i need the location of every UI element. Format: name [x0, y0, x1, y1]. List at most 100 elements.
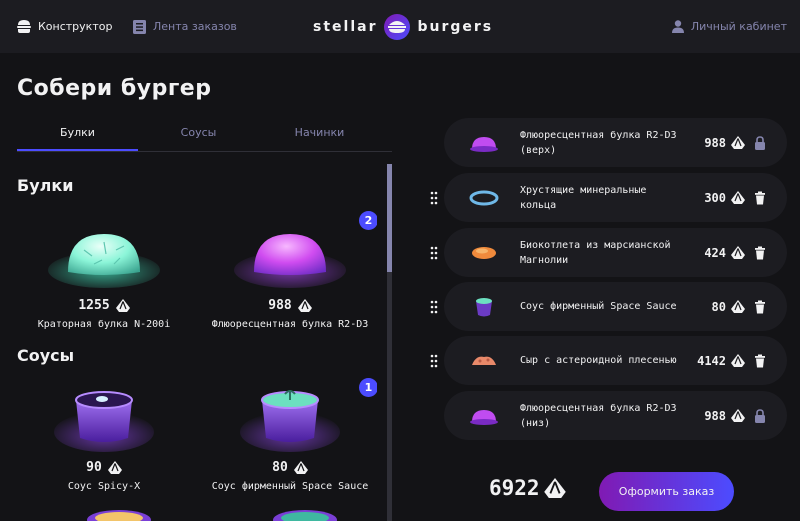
constructor-item-name: Флюоресцентная булка R2-D3 (верх)	[520, 129, 677, 156]
currency-icon	[731, 191, 745, 204]
constructor-item-bottom-bun: Флюоресцентная булка R2-D3 (низ) 988	[444, 391, 787, 440]
nav-constructor[interactable]: Конструктор	[17, 0, 112, 53]
ingredient-name: Соус фирменный Space Sauce	[211, 481, 369, 492]
currency-icon	[115, 299, 130, 312]
price-row: 80	[205, 460, 375, 475]
ingredient-price: 1255	[78, 298, 110, 313]
ingredient-name: Краторная булка N-200i	[37, 319, 171, 330]
constructor-item-price: 300	[704, 190, 726, 205]
tab-sauces[interactable]: Соусы	[138, 118, 259, 151]
app-header: Конструктор Лента заказов stellar burger…	[0, 0, 800, 53]
ingredient-thumbnail	[470, 136, 498, 152]
constructor-item-price: 4142	[697, 353, 726, 368]
ingredient-price: 988	[268, 298, 292, 313]
ingredient-counter: 2	[359, 211, 377, 230]
constructor-item-name: Хрустящие минеральные кольца	[520, 184, 647, 211]
nav-order-feed[interactable]: Лента заказов	[133, 0, 237, 53]
tab-fillings[interactable]: Начинки	[259, 118, 380, 151]
ingredient-card-partial[interactable]	[79, 508, 159, 521]
trash-icon[interactable]	[753, 300, 767, 314]
currency-icon	[731, 300, 745, 313]
lock-icon	[755, 135, 765, 150]
ingredients-list: Булки 1255 Краторная булка N-200i 988 Фл…	[17, 160, 377, 521]
list-icon	[133, 19, 146, 34]
drag-icon[interactable]	[430, 246, 438, 260]
ingredient-name: Флюоресцентная булка R2-D3	[211, 319, 369, 330]
ingredient-card[interactable]: 80 Соус фирменный Space Sauce	[205, 382, 375, 492]
currency-icon	[543, 478, 566, 498]
ingredient-thumbnail	[472, 246, 496, 259]
page-title: Собери бургер	[17, 76, 212, 101]
currency-icon	[731, 354, 745, 367]
ingredient-price: 90	[86, 460, 102, 475]
ingredient-thumbnail	[476, 297, 492, 316]
constructor-item-name: Биокотлета из марсианской Магнолии	[520, 239, 671, 266]
constructor-item[interactable]: Биокотлета из марсианской Магнолии 424	[444, 228, 787, 277]
ingredient-card-partial[interactable]	[265, 508, 345, 521]
constructor-item-price-row: 988	[704, 409, 745, 423]
constructor-item-price-row: 80	[712, 300, 745, 314]
constructor-item-price: 988	[704, 408, 726, 423]
drag-icon[interactable]	[430, 354, 438, 368]
price-row: 1255	[19, 298, 189, 313]
drag-icon[interactable]	[430, 300, 438, 314]
ingredient-card[interactable]: 1255 Краторная булка N-200i	[19, 220, 189, 330]
ingredient-card[interactable]: 90 Соус Spicy-X	[19, 382, 189, 492]
logo-text-left: stellar	[313, 18, 378, 35]
ingredient-price: 80	[272, 460, 288, 475]
trash-icon[interactable]	[753, 246, 767, 260]
constructor-item-price: 80	[711, 299, 726, 314]
lock-icon	[755, 408, 765, 423]
logo-planet-icon	[384, 13, 411, 40]
drag-icon[interactable]	[430, 191, 438, 205]
constructor-item[interactable]: Соус фирменный Space Sauce 80	[444, 282, 787, 331]
currency-icon	[731, 246, 745, 259]
logo[interactable]: stellar burgers	[313, 12, 493, 41]
price-row: 90	[19, 460, 189, 475]
constructor-item-price-row: 300	[704, 191, 745, 205]
burger-icon	[17, 20, 31, 33]
order-total-value: 6922	[489, 476, 540, 500]
ingredient-card[interactable]: 988 Флюоресцентная булка R2-D3	[205, 220, 375, 330]
constructor-item[interactable]: Сыр с астероидной плесенью 4142	[444, 336, 787, 385]
trash-icon[interactable]	[753, 191, 767, 205]
ingredient-name: Соус Spicy-X	[67, 481, 141, 492]
currency-icon	[297, 299, 312, 312]
constructor-item-top-bun: Флюоресцентная булка R2-D3 (верх) 988	[444, 118, 787, 167]
ingredient-thumbnail	[470, 409, 498, 425]
trash-icon[interactable]	[753, 354, 767, 368]
section-title-buns: Булки	[17, 176, 74, 195]
scrollbar-thumb[interactable]	[387, 164, 392, 272]
constructor-item[interactable]: Хрустящие минеральные кольца 300	[444, 173, 787, 222]
logo-text-right: burgers	[417, 18, 494, 35]
order-total: 6922	[489, 476, 566, 500]
constructor-item-price-row: 4142	[697, 354, 745, 368]
nav-account-label: Личный кабинет	[690, 20, 787, 33]
constructor-item-name: Соус фирменный Space Sauce	[520, 301, 677, 312]
nav-account[interactable]: Личный кабинет	[671, 0, 787, 53]
currency-icon	[293, 461, 308, 474]
currency-icon	[731, 409, 745, 422]
price-row: 988	[205, 298, 375, 313]
currency-icon	[731, 136, 745, 149]
ingredient-image	[230, 220, 350, 290]
constructor-item-name: Флюоресцентная булка R2-D3 (низ)	[520, 402, 677, 429]
constructor-item-price: 424	[704, 245, 726, 260]
ingredient-thumbnail	[469, 190, 499, 205]
profile-icon	[671, 20, 684, 33]
section-title-sauces: Соусы	[17, 346, 75, 365]
ingredient-image	[44, 220, 164, 290]
constructor-item-price-row: 424	[704, 246, 745, 260]
ingredient-counter: 1	[359, 378, 377, 397]
ingredient-image	[44, 382, 164, 452]
constructor-item-price-row: 988	[704, 136, 745, 150]
ingredient-tabs: Булки Соусы Начинки	[17, 118, 392, 152]
nav-constructor-label: Конструктор	[38, 20, 113, 33]
place-order-button[interactable]: Оформить заказ	[599, 472, 734, 511]
nav-feed-label: Лента заказов	[153, 20, 237, 33]
constructor-item-price: 988	[704, 135, 726, 150]
ingredient-thumbnail	[472, 356, 496, 365]
currency-icon	[107, 461, 122, 474]
constructor-item-name: Сыр с астероидной плесенью	[520, 355, 677, 366]
tab-buns[interactable]: Булки	[17, 118, 138, 151]
